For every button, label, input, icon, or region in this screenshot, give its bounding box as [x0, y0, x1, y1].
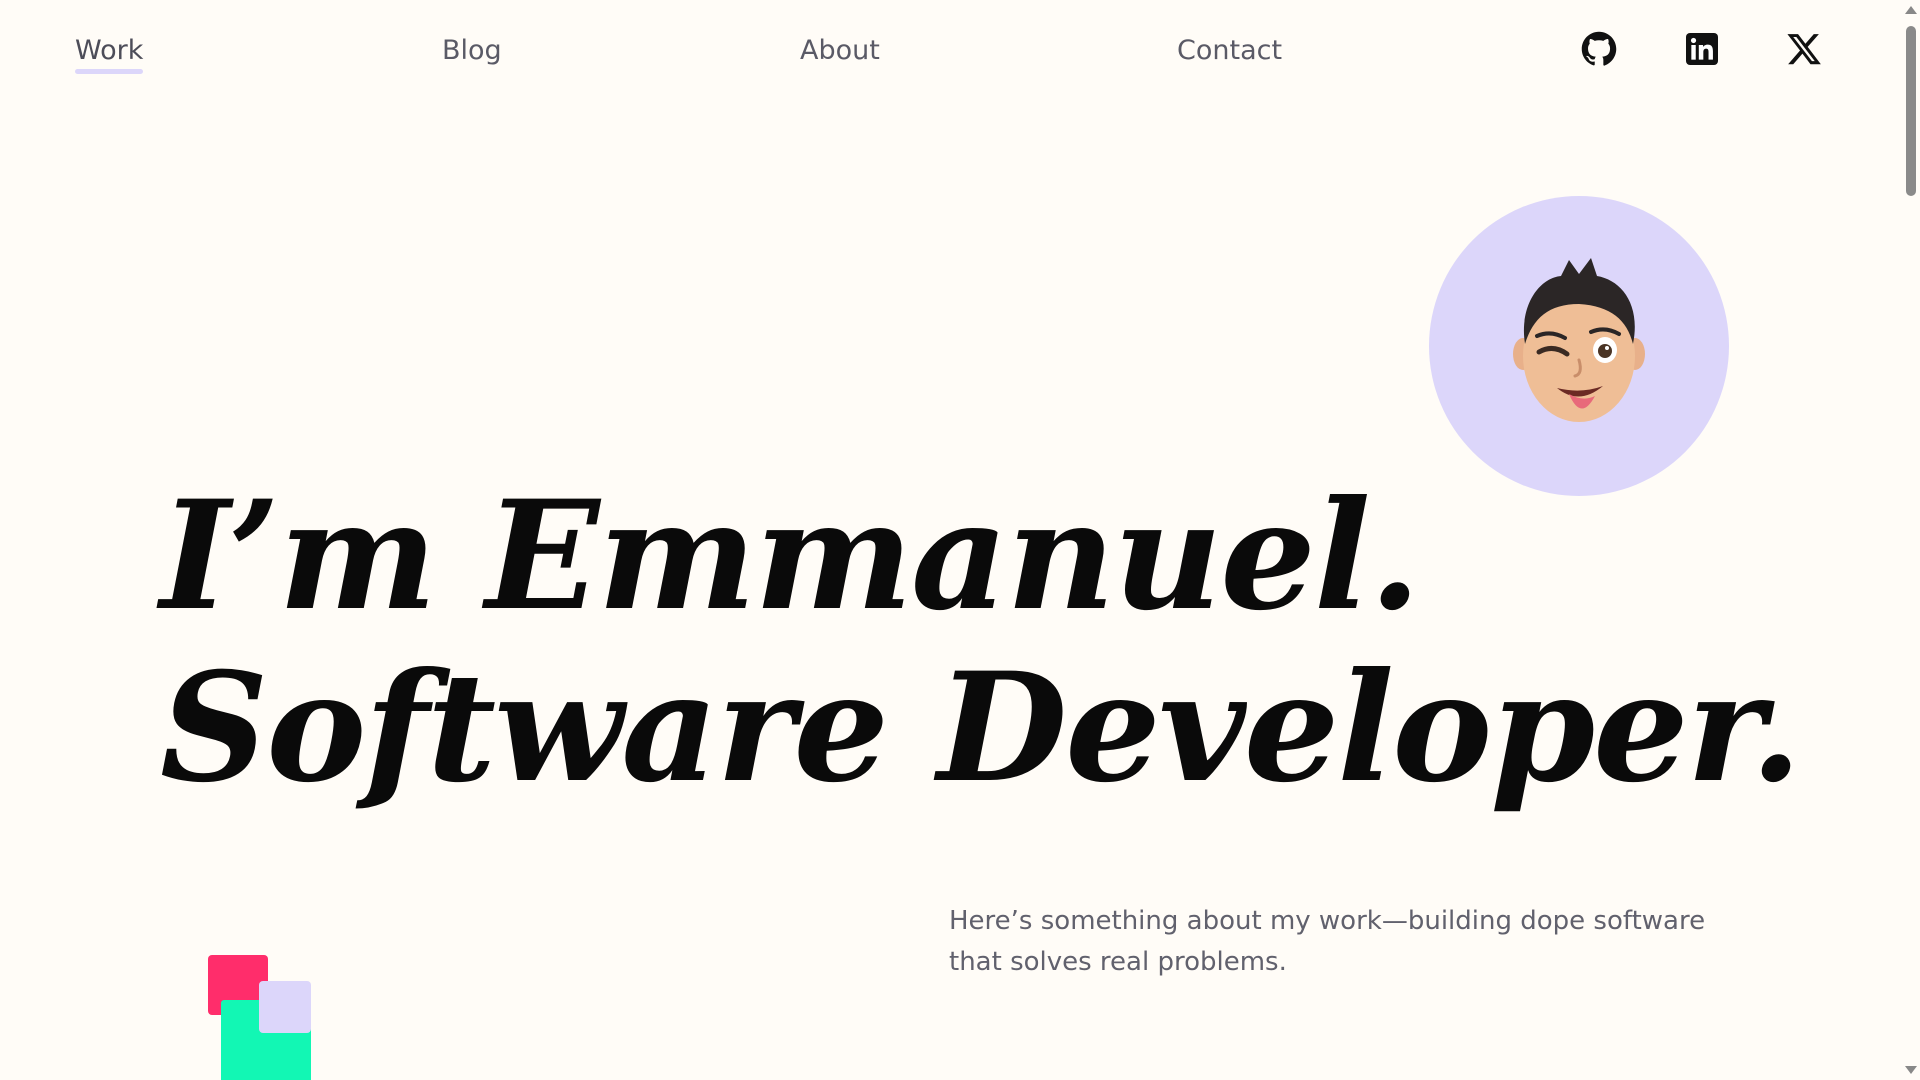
nav-link-blog-label: Blog	[442, 35, 502, 66]
nav-link-contact[interactable]: Contact	[1177, 32, 1282, 70]
decorative-square-lavender	[259, 981, 311, 1033]
top-navigation: Work Blog About Contact	[0, 0, 1920, 104]
nav-link-work-label: Work	[75, 35, 144, 66]
linkedin-icon	[1686, 33, 1718, 65]
hero-headline: I’m Emmanuel. Software Developer.	[160, 468, 1802, 816]
hero-intro-text: Here’s something about my work—building …	[949, 906, 1706, 977]
active-nav-underline	[75, 69, 144, 74]
scrollbar-thumb[interactable]	[1906, 26, 1916, 196]
scroll-up-arrow-icon[interactable]	[1905, 6, 1917, 14]
nav-link-work[interactable]: Work	[75, 32, 144, 74]
nav-link-blog[interactable]: Blog	[442, 32, 502, 70]
linkedin-link[interactable]	[1681, 28, 1723, 70]
github-link[interactable]	[1578, 28, 1620, 70]
nav-link-about-label: About	[800, 35, 880, 66]
scroll-down-arrow-icon[interactable]	[1905, 1066, 1917, 1074]
nav-link-contact-label: Contact	[1177, 35, 1283, 66]
nav-link-about[interactable]: About	[800, 32, 880, 70]
hero-headline-line-1: I’m Emmanuel.	[160, 468, 1421, 644]
x-icon	[1787, 34, 1821, 65]
x-link[interactable]	[1783, 28, 1825, 70]
memoji-avatar-icon	[1513, 258, 1645, 422]
github-icon	[1581, 31, 1617, 66]
hero-headline-line-2: Software Developer.	[160, 640, 1802, 816]
page-scrollbar[interactable]	[1902, 0, 1920, 1080]
avatar	[1429, 196, 1729, 496]
